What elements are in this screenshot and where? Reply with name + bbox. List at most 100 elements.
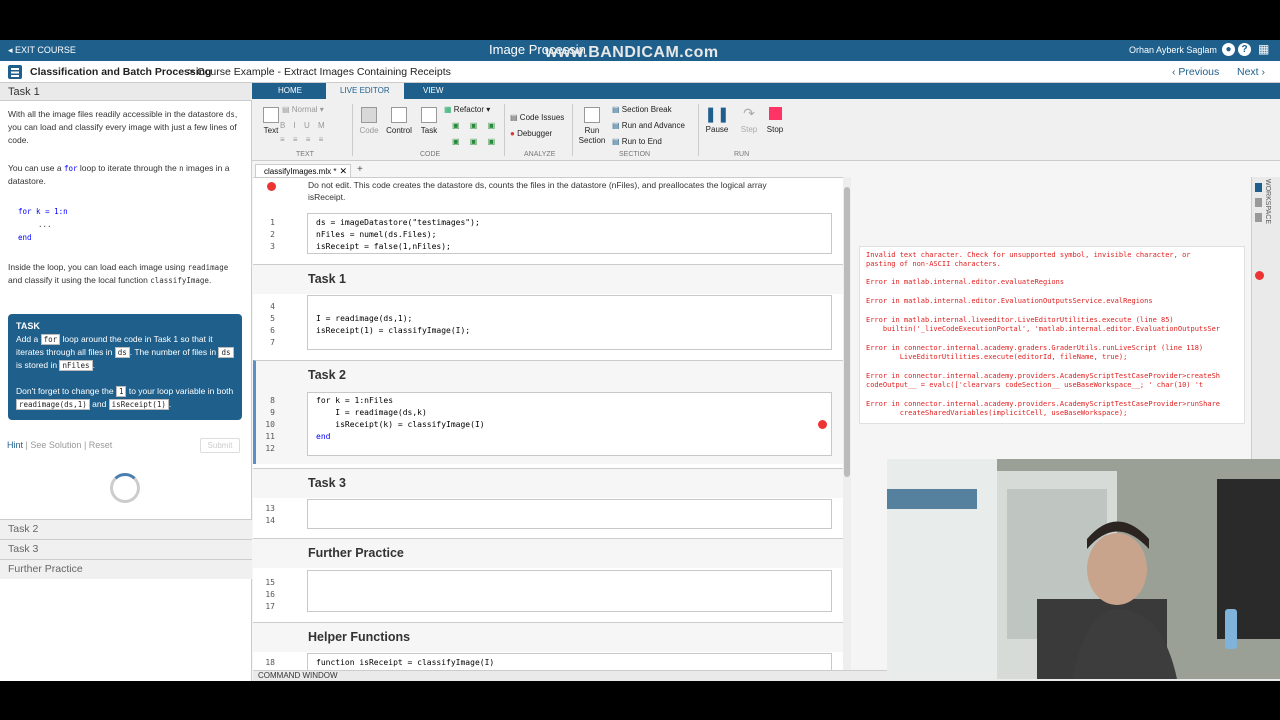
submit-button[interactable]: Submit: [200, 438, 240, 453]
chip-ds: ds: [114, 347, 130, 358]
error-line: Error in connector.internal.academy.prov…: [866, 372, 1221, 380]
new-tab-icon[interactable]: +: [357, 164, 363, 175]
section-header: Task 3: [253, 468, 843, 498]
section-further-practice[interactable]: Further Practice: [0, 559, 252, 579]
code-line: isReceipt(k) = classifyImage(I): [316, 420, 485, 429]
run-to-end-button[interactable]: ▤ Run to End: [612, 137, 662, 146]
code-block-5[interactable]: [307, 570, 832, 612]
run-advance-icon: ▤: [612, 121, 620, 130]
scrollbar-thumb[interactable]: [844, 187, 850, 477]
user-icon[interactable]: ●: [1222, 43, 1235, 56]
line-number: 1: [270, 218, 275, 227]
group-code-label: CODE: [420, 151, 441, 158]
file-tab-label: classifyImages.mlx *: [264, 167, 337, 176]
ribbon-tabs: HOME LIVE EDITOR VIEW: [252, 83, 1280, 99]
further-practice-title: Further Practice: [308, 546, 404, 560]
format-buttons[interactable]: B I U M: [280, 121, 328, 130]
see-solution-link[interactable]: See Solution: [30, 440, 81, 450]
close-tab-icon[interactable]: ✕: [339, 166, 347, 177]
line-number: 17: [265, 602, 275, 611]
list-buttons[interactable]: ≡ ≡ ≡ ≡: [280, 135, 326, 144]
hint-link[interactable]: Hint: [7, 440, 23, 450]
breadcrumb-course[interactable]: Classification and Batch Processing: [30, 66, 211, 78]
section-break-button[interactable]: ▤ Section Break: [612, 105, 672, 114]
code-block-4[interactable]: [307, 499, 832, 529]
inline-code-for: for: [63, 164, 78, 173]
group-text-label: TEXT: [296, 151, 314, 158]
loading-spinner-icon: [110, 473, 140, 503]
instructions-panel: Task 1 With all the image files readily …: [0, 83, 252, 681]
code-line: nFiles = numel(ds.Files);: [316, 230, 437, 239]
line-number: 15: [265, 578, 275, 587]
example-code-line: ...: [38, 220, 52, 229]
apps-grid-icon[interactable]: ▦: [1258, 43, 1269, 56]
comment-buttons[interactable]: ▣ ▣ ▣: [452, 121, 499, 130]
style-value: Normal: [291, 105, 318, 114]
code-issues-label: Code Issues: [519, 113, 565, 122]
workspace-label[interactable]: WORKSPACE: [1264, 179, 1271, 224]
previous-link[interactable]: ‹ Previous: [1172, 66, 1219, 78]
run-and-advance-button[interactable]: ▤ Run and Advance: [612, 121, 685, 130]
ribbon-divider: [352, 104, 353, 156]
control-button[interactable]: Control: [384, 107, 414, 135]
file-tab[interactable]: classifyImages.mlx * ✕: [255, 164, 351, 178]
step-button[interactable]: ↷ Step: [738, 105, 760, 134]
code-line: end: [316, 432, 331, 441]
menu-icon[interactable]: [8, 65, 22, 79]
stop-button[interactable]: Stop: [764, 105, 786, 134]
task-button[interactable]: Task: [418, 107, 440, 135]
task1-title: Task 1: [308, 272, 346, 286]
output-right-icon[interactable]: [1255, 198, 1262, 207]
inline-code-ds: ds: [225, 110, 235, 119]
group-analyze-label: ANALYZE: [524, 151, 556, 158]
intro-text: With all the image files readily accessi…: [8, 109, 224, 119]
line-number: 11: [265, 432, 275, 441]
inline-code-readimage: readimage: [187, 263, 229, 272]
tab-home[interactable]: HOME: [278, 86, 302, 95]
task-text: Add a: [16, 334, 39, 344]
task-text: . The number of files in: [129, 347, 217, 357]
hint-row: Hint | See Solution | Reset: [7, 440, 113, 450]
task-box-title: TASK: [16, 321, 40, 331]
line-number: 16: [265, 590, 275, 599]
intro-note: Do not edit. This code creates the datas…: [308, 180, 767, 190]
line-number: 12: [265, 444, 275, 453]
task-text: to your loop variable in both: [128, 386, 234, 396]
reset-link[interactable]: Reset: [89, 440, 113, 450]
tab-live-editor[interactable]: LIVE EDITOR: [326, 83, 404, 99]
error-line: Error in connector.internal.academy.prov…: [866, 400, 1221, 408]
user-name[interactable]: Orhan Ayberk Saglam: [1129, 45, 1217, 55]
inside-loop-paragraph: Inside the loop, you can load each image…: [8, 262, 229, 285]
line-number: 9: [270, 408, 275, 417]
code-line: ds = imageDatastore("testimages");: [316, 218, 480, 227]
code-issues-button[interactable]: ▤ Code Issues: [510, 113, 564, 122]
run-section-icon: [584, 107, 600, 123]
task-heading[interactable]: Task 1: [0, 83, 252, 101]
style-dropdown[interactable]: ▤ Normal ▾: [282, 105, 324, 114]
tab-view[interactable]: VIEW: [423, 86, 443, 95]
section-task-2[interactable]: Task 2: [0, 519, 252, 539]
run-section-button[interactable]: Run Section: [576, 107, 608, 146]
output-inline-icon[interactable]: [1255, 183, 1262, 192]
refactor-label: Refactor: [453, 105, 485, 114]
line-error-icon[interactable]: [818, 420, 827, 429]
editor-scrollbar[interactable]: [843, 177, 851, 670]
pause-label: Pause: [705, 125, 729, 134]
section-task-3[interactable]: Task 3: [0, 539, 252, 559]
run-to-end-label: Run to End: [621, 137, 662, 146]
error-line: Error in matlab.internal.liveeditor.Live…: [866, 316, 1174, 324]
indent-buttons[interactable]: ▣ ▣ ▣: [452, 137, 499, 146]
next-link[interactable]: Next ›: [1237, 66, 1265, 78]
debugger-icon: ●: [510, 129, 515, 138]
live-editor[interactable]: Do not edit. This code creates the datas…: [253, 177, 843, 673]
error-line: Error in matlab.internal.editor.evaluate…: [866, 278, 1065, 286]
debugger-button[interactable]: ● Debugger: [510, 129, 552, 138]
ribbon-divider: [698, 104, 699, 156]
exit-course-link[interactable]: ◂ EXIT COURSE: [8, 45, 76, 56]
code-button[interactable]: Code: [356, 107, 382, 135]
help-icon[interactable]: ?: [1238, 43, 1251, 56]
pause-button[interactable]: ❚❚ Pause: [704, 105, 730, 134]
refactor-button[interactable]: ▦ Refactor ▾: [444, 105, 490, 114]
hide-code-icon[interactable]: [1255, 213, 1262, 222]
line-number: 18: [265, 658, 275, 667]
